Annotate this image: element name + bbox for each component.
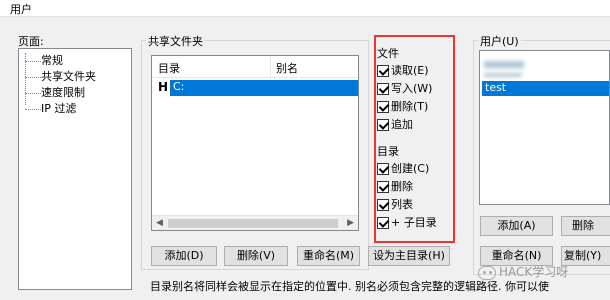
copy-user-button[interactable]: 复制(Y) xyxy=(561,246,610,266)
checkbox-checked-icon[interactable] xyxy=(377,217,389,229)
column-separator[interactable] xyxy=(270,56,271,77)
add-folder-button[interactable]: 添加(D) xyxy=(151,246,217,266)
checkbox-label: 删除(T) xyxy=(391,100,429,113)
tree-item-label: 速度限制 xyxy=(41,86,85,99)
files-permissions-title: 文件 xyxy=(377,47,399,60)
shared-folders-list[interactable]: 目录 别名 H C: ◀ ▶ xyxy=(151,55,359,231)
horizontal-scrollbar[interactable]: ◀ ▶ xyxy=(152,215,358,230)
tree-item-label: 共享文件夹 xyxy=(41,70,96,83)
remove-user-button[interactable]: 删除 xyxy=(561,216,610,236)
checkbox-checked-icon[interactable] xyxy=(377,181,389,193)
pages-tree[interactable]: 常规 共享文件夹 速度限制 IP 过滤 xyxy=(18,48,132,290)
checkbox-label: 追加 xyxy=(391,118,413,131)
checkbox-file-write[interactable]: 写入(W) xyxy=(377,80,432,96)
checkbox-dir-list[interactable]: 列表 xyxy=(377,196,413,212)
checkbox-checked-icon[interactable] xyxy=(377,163,389,175)
checkbox-label: 创建(C) xyxy=(391,162,430,175)
dirs-permissions-title: 目录 xyxy=(377,145,399,158)
scroll-left-icon[interactable]: ◀ xyxy=(156,218,163,228)
checkbox-dir-subdirs[interactable]: + 子目录 xyxy=(377,214,437,230)
user-list[interactable]: test xyxy=(479,50,610,205)
tree-item-label: 常规 xyxy=(41,54,63,67)
column-alias[interactable]: 别名 xyxy=(276,60,298,76)
scroll-right-icon[interactable]: ▶ xyxy=(347,218,354,228)
set-home-dir-button[interactable]: 设为主目录(H) xyxy=(368,246,450,266)
remove-folder-button[interactable]: 删除(V) xyxy=(224,246,288,266)
window-title: 用户 xyxy=(10,3,32,16)
checkbox-label: + 子目录 xyxy=(391,216,437,229)
tree-item-shared-folders[interactable]: 共享文件夹 xyxy=(19,68,96,83)
home-dir-marker: H xyxy=(158,80,169,94)
add-user-button[interactable]: 添加(A) xyxy=(480,216,553,236)
checkbox-label: 读取(E) xyxy=(391,64,429,77)
column-directory[interactable]: 目录 xyxy=(158,60,180,76)
checkbox-file-delete[interactable]: 删除(T) xyxy=(377,98,428,114)
wechat-icon xyxy=(478,265,496,280)
checkbox-checked-icon[interactable] xyxy=(377,199,389,211)
tree-item-label: IP 过滤 xyxy=(41,102,77,115)
description-text: 目录别名将同样会被显示在指定的位置中. 别名必须包含完整的逻辑路径. 你可以使 xyxy=(150,280,549,293)
checkbox-label: 删除 xyxy=(391,180,413,193)
title-bar: 用户 xyxy=(0,0,610,17)
checkbox-checked-icon[interactable] xyxy=(377,65,389,77)
list-header: 目录 别名 xyxy=(152,56,358,78)
pages-label: 页面: xyxy=(18,35,44,48)
directory-cell[interactable]: C: xyxy=(170,80,358,96)
checkbox-file-read[interactable]: 读取(E) xyxy=(377,62,429,78)
users-label: 用户(U) xyxy=(478,33,521,49)
watermark: HACK学习呀 xyxy=(478,263,568,280)
checkbox-checked-icon[interactable] xyxy=(377,83,389,95)
tree-item-general[interactable]: 常规 xyxy=(19,52,63,67)
list-item-selected-user[interactable]: test xyxy=(482,81,609,96)
rename-folder-button[interactable]: 重命名(M) xyxy=(297,246,360,266)
checkbox-dir-create[interactable]: 创建(C) xyxy=(377,160,429,176)
redacted-user[interactable] xyxy=(484,73,522,77)
redacted-user[interactable] xyxy=(484,61,524,68)
checkbox-checked-icon[interactable] xyxy=(377,119,389,131)
scroll-thumb[interactable] xyxy=(168,219,338,228)
table-row[interactable]: H C: xyxy=(152,80,358,96)
tree-item-ip-filter[interactable]: IP 过滤 xyxy=(19,100,76,115)
checkbox-file-append[interactable]: 追加 xyxy=(377,116,413,132)
watermark-text: HACK学习呀 xyxy=(499,265,569,279)
shared-folders-label: 共享文件夹 xyxy=(146,33,205,49)
tree-item-speed-limit[interactable]: 速度限制 xyxy=(19,84,85,99)
checkbox-label: 写入(W) xyxy=(391,82,433,95)
checkbox-checked-icon[interactable] xyxy=(377,101,389,113)
checkbox-label: 列表 xyxy=(391,198,413,211)
checkbox-dir-delete[interactable]: 删除 xyxy=(377,178,413,194)
